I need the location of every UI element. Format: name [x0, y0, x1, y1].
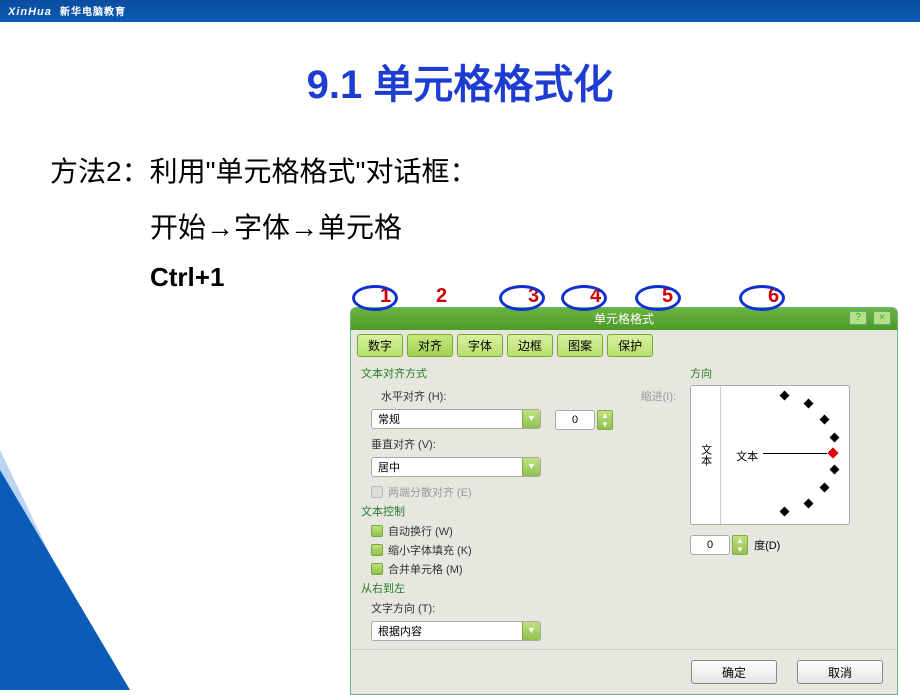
shrink-checkbox[interactable]: 缩小字体填充 (K) — [371, 542, 676, 558]
section-rtl-label: 从右到左 — [361, 580, 676, 596]
ok-button[interactable]: 确定 — [691, 660, 777, 684]
annotation-row: 1 2 3 4 5 6 — [350, 285, 898, 307]
cancel-button[interactable]: 取消 — [797, 660, 883, 684]
anno-2: 2 — [436, 285, 447, 308]
page-title: 9.1 单元格格式化 — [0, 52, 920, 110]
anno-3: 3 — [528, 285, 539, 308]
orient-vertical-text[interactable]: 文本 — [691, 386, 721, 524]
dir-label: 文字方向 (T): — [371, 600, 676, 616]
orient-handle[interactable] — [827, 447, 838, 458]
spinner-buttons[interactable]: ▲▼ — [732, 535, 748, 555]
content-block: 方法2：利用"单元格格式"对话框： 开始→字体→单元格 Ctrl+1 — [50, 150, 920, 293]
chevron-down-icon[interactable]: ▼ — [522, 622, 540, 640]
h-align-value: 常规 — [372, 411, 522, 427]
dir-combo[interactable]: 根据内容 ▼ — [371, 621, 541, 641]
section-align-label: 文本对齐方式 — [361, 365, 676, 381]
dialog-titlebar[interactable]: 单元格格式 ? × — [351, 308, 897, 330]
dialog-area: 1 2 3 4 5 6 单元格格式 ? × 数字 对齐 字体 边框 图案 保护 … — [350, 285, 898, 695]
tab-border[interactable]: 边框 — [507, 334, 553, 357]
tab-strip: 数字 对齐 字体 边框 图案 保护 — [351, 330, 897, 357]
top-bar: XinHua 新华电脑教育 — [0, 0, 920, 22]
section-ctrl-label: 文本控制 — [361, 503, 676, 519]
orient-htext: 文本 — [736, 448, 758, 464]
v-align-combo[interactable]: 居中 ▼ — [371, 457, 541, 477]
tab-number[interactable]: 数字 — [357, 334, 403, 357]
v-align-label: 垂直对齐 (V): — [371, 436, 676, 452]
close-button[interactable]: × — [873, 311, 891, 325]
tab-align[interactable]: 对齐 — [407, 334, 453, 357]
help-button[interactable]: ? — [849, 311, 867, 325]
checkbox-icon — [371, 525, 383, 537]
merge-checkbox[interactable]: 合并单元格 (M) — [371, 561, 676, 577]
brand-logo: XinHua — [8, 6, 52, 18]
anno-4: 4 — [590, 285, 601, 308]
right-column: 方向 文本 文本 — [690, 363, 887, 645]
v-align-value: 居中 — [372, 459, 522, 475]
orient-dial[interactable]: 文本 — [721, 386, 849, 524]
tab-pattern[interactable]: 图案 — [557, 334, 603, 357]
indent-spinner[interactable]: 0 ▲▼ — [555, 410, 613, 430]
indent-label: 缩进(I): — [641, 388, 676, 404]
checkbox-icon — [371, 563, 383, 575]
tab-font[interactable]: 字体 — [457, 334, 503, 357]
tab-protect[interactable]: 保护 — [607, 334, 653, 357]
dialog-body: 文本对齐方式 水平对齐 (H): 缩进(I): 常规 ▼ 0 ▲▼ 垂直对齐 (… — [351, 357, 897, 649]
spinner-buttons[interactable]: ▲▼ — [597, 410, 613, 430]
wrap-checkbox[interactable]: 自动换行 (W) — [371, 523, 676, 539]
anno-5: 5 — [662, 285, 673, 308]
degree-label: 度(D) — [754, 537, 780, 553]
h-align-combo[interactable]: 常规 ▼ — [371, 409, 541, 429]
dialog-footer: 确定 取消 — [351, 649, 897, 694]
anno-6: 6 — [768, 285, 779, 308]
decor-triangle — [0, 470, 130, 690]
chevron-down-icon[interactable]: ▼ — [522, 410, 540, 428]
method-line1: 方法2：利用"单元格格式"对话框： — [50, 150, 920, 190]
orient-line — [763, 453, 827, 454]
degree-row: 0 ▲▼ 度(D) — [690, 535, 887, 555]
justify-checkbox: 两端分散对齐 (E) — [371, 484, 676, 500]
cell-format-dialog: 单元格格式 ? × 数字 对齐 字体 边框 图案 保护 文本对齐方式 水平对齐 … — [350, 307, 898, 695]
anno-1: 1 — [380, 285, 391, 308]
dialog-title-text: 单元格格式 — [594, 312, 654, 326]
degree-spinner[interactable]: 0 ▲▼ — [690, 535, 748, 555]
checkbox-icon — [371, 486, 383, 498]
indent-value[interactable]: 0 — [555, 410, 595, 430]
method-line2: 开始→字体→单元格 — [150, 206, 920, 246]
chevron-down-icon[interactable]: ▼ — [522, 458, 540, 476]
checkbox-icon — [371, 544, 383, 556]
left-column: 文本对齐方式 水平对齐 (H): 缩进(I): 常规 ▼ 0 ▲▼ 垂直对齐 (… — [361, 363, 676, 645]
brand-cn: 新华电脑教育 — [60, 7, 126, 18]
degree-value[interactable]: 0 — [690, 535, 730, 555]
orientation-box[interactable]: 文本 文本 — [690, 385, 850, 525]
dir-value: 根据内容 — [372, 623, 522, 639]
orient-label: 方向 — [690, 365, 887, 381]
h-align-label: 水平对齐 (H): — [381, 388, 446, 404]
